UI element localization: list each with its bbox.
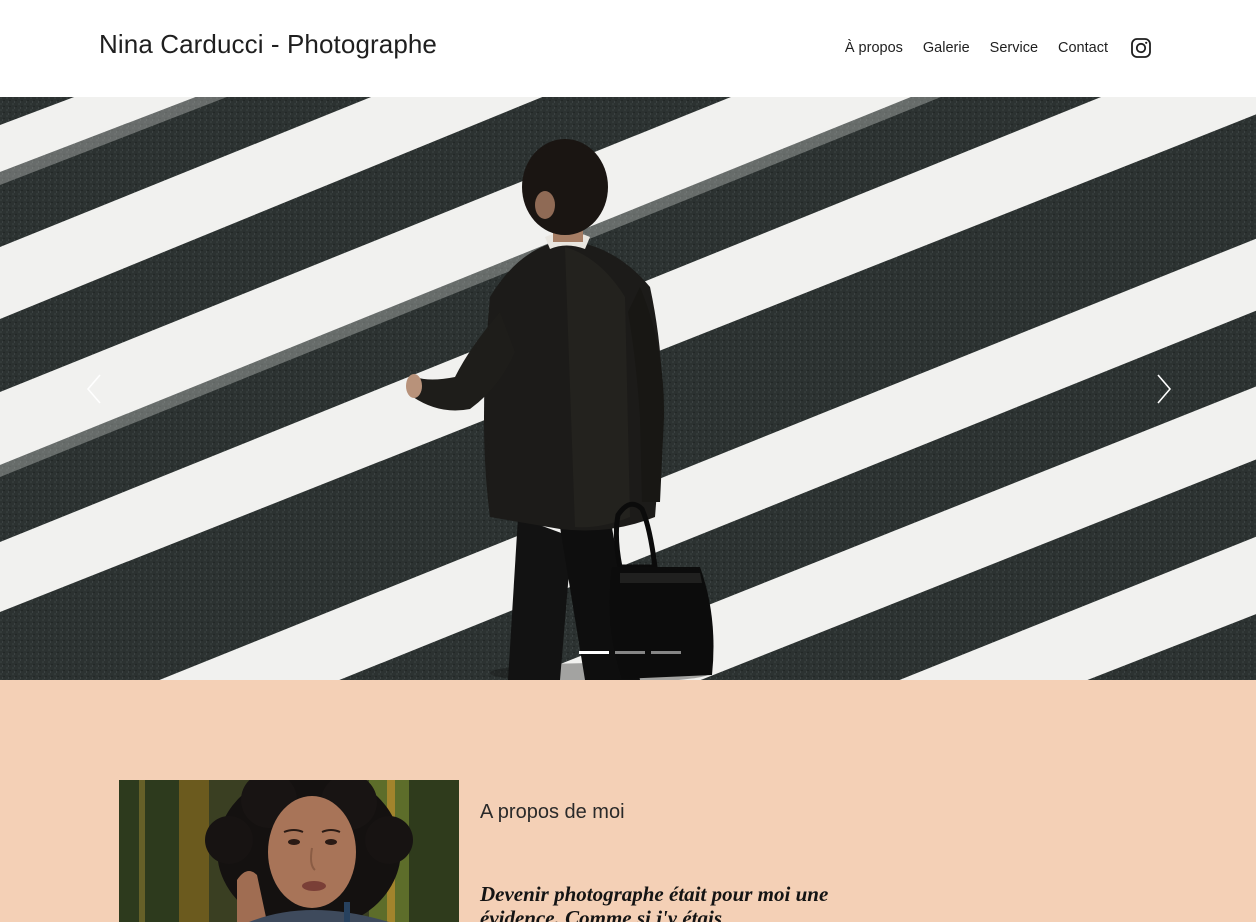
carousel-prev-button[interactable]	[84, 372, 104, 406]
nav-link-gallery[interactable]: Galerie	[923, 36, 970, 60]
about-heading: A propos de moi	[480, 801, 625, 823]
carousel-indicator-3[interactable]	[651, 651, 681, 654]
about-section: A propos de moi Devenir photographe étai…	[0, 680, 1256, 922]
carousel-indicator-2[interactable]	[615, 651, 645, 654]
nav-link-contact[interactable]: Contact	[1058, 36, 1108, 60]
about-quote: Devenir photographe était pour moi une é…	[480, 882, 829, 922]
carousel-indicators	[579, 651, 681, 654]
instagram-icon[interactable]	[1130, 37, 1152, 59]
site-title[interactable]: Nina Carducci - Photographe	[99, 28, 437, 60]
chevron-left-icon	[86, 374, 101, 404]
main-nav: À propos Galerie Service Contact	[845, 36, 1152, 60]
carousel-indicator-1[interactable]	[579, 651, 609, 654]
site-header: Nina Carducci - Photographe À propos Gal…	[0, 0, 1256, 97]
nav-link-service[interactable]: Service	[990, 36, 1038, 60]
chevron-right-icon	[1157, 374, 1172, 404]
carousel-next-button[interactable]	[1154, 372, 1174, 406]
carousel-slide-image	[0, 97, 1256, 680]
portrait-photo	[119, 780, 459, 922]
nav-link-about[interactable]: À propos	[845, 36, 903, 60]
hero-carousel	[0, 97, 1256, 680]
